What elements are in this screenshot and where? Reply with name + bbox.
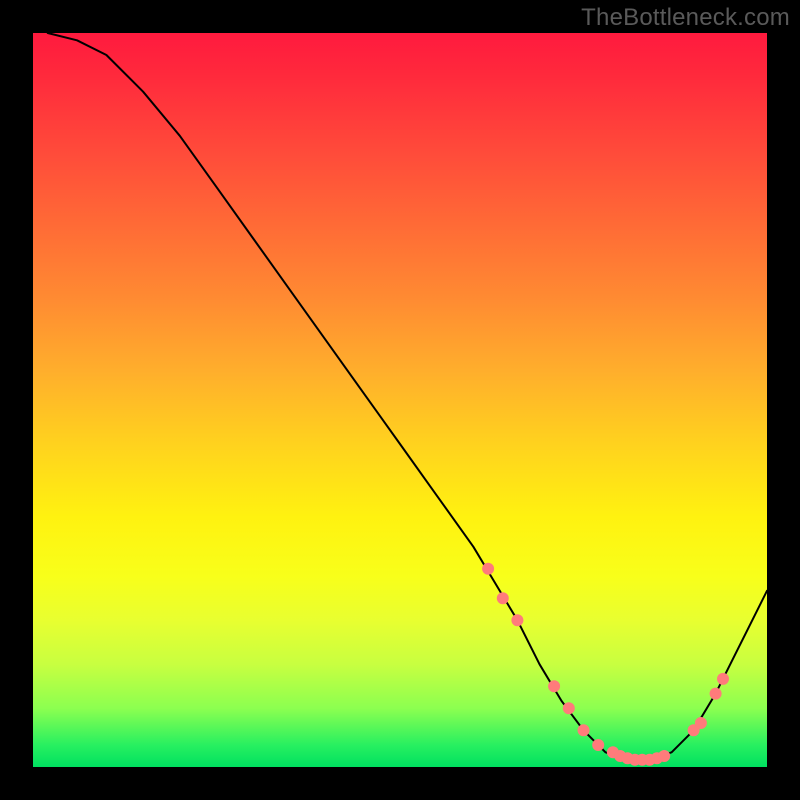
bottleneck-curve	[48, 33, 767, 760]
marker-point	[497, 592, 509, 604]
watermark-text: TheBottleneck.com	[581, 4, 790, 32]
marker-point	[548, 680, 560, 692]
marker-point	[482, 563, 494, 575]
marker-point	[658, 750, 670, 762]
marker-point	[710, 688, 722, 700]
highlighted-points	[482, 563, 729, 766]
chart-frame: TheBottleneck.com	[0, 0, 800, 800]
marker-point	[717, 673, 729, 685]
curve-svg	[33, 33, 767, 767]
marker-point	[511, 614, 523, 626]
marker-point	[695, 717, 707, 729]
marker-point	[592, 739, 604, 751]
marker-point	[578, 724, 590, 736]
marker-point	[563, 702, 575, 714]
plot-area	[33, 33, 767, 767]
